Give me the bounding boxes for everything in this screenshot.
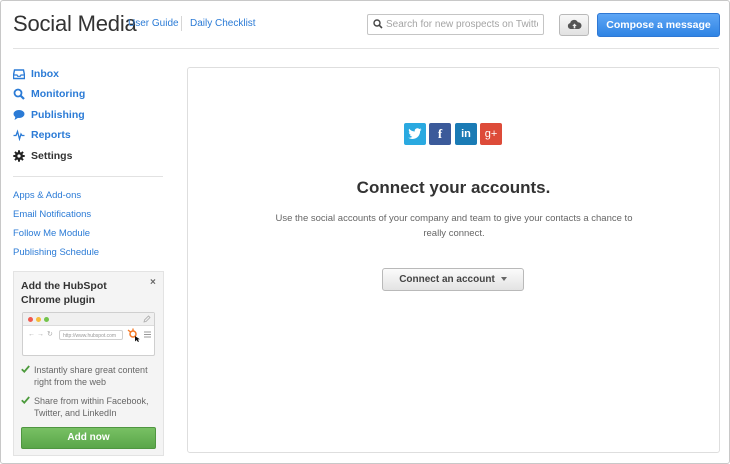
sidebar-link-follow-me-module[interactable]: Follow Me Module <box>13 228 90 239</box>
sidebar-item-label: Settings <box>31 150 73 162</box>
checkmark-icon <box>21 396 30 404</box>
cloud-upload-icon <box>567 19 582 29</box>
window-zoom-dot <box>44 317 49 322</box>
back-arrow-icon: ← <box>28 331 35 338</box>
close-icon[interactable]: × <box>150 277 156 288</box>
app-window: Social Media User Guide Daily Checklist … <box>0 0 730 464</box>
header-divider <box>181 16 182 31</box>
browser-mockup-url: http://www.hubspot.com <box>59 330 123 340</box>
google-plus-icon[interactable]: g+ <box>480 123 502 145</box>
checkmark-icon <box>21 365 30 373</box>
connect-description: Use the social accounts of your company … <box>275 213 633 239</box>
header-divider-line <box>13 48 719 49</box>
twitter-icon[interactable] <box>404 123 426 145</box>
connect-title: Connect your accounts. <box>356 178 551 197</box>
twitter-bird-glyph <box>408 128 422 139</box>
inbox-icon <box>13 69 25 80</box>
browser-mockup-image: ← → ↻ http://www.hubspot.com <box>22 312 155 356</box>
search-box[interactable] <box>367 14 544 35</box>
pencil-icon <box>143 315 151 323</box>
search-input[interactable] <box>386 16 538 33</box>
promo-benefit-text: Instantly share great content right from… <box>34 365 148 387</box>
hubspot-sprocket-icon <box>127 328 140 342</box>
reload-icon: ↻ <box>47 331 53 338</box>
daily-checklist-link[interactable]: Daily Checklist <box>190 18 256 29</box>
search-icon <box>13 88 25 100</box>
sidebar-item-label: Monitoring <box>31 88 86 100</box>
sidebar-link-email-notifications[interactable]: Email Notifications <box>13 209 91 220</box>
sidebar-divider <box>13 176 163 177</box>
sidebar-link-apps-addons[interactable]: Apps & Add-ons <box>13 190 81 201</box>
connect-accounts-panel: f in g+ Connect your accounts. Use the s… <box>187 67 720 453</box>
speech-bubble-icon <box>13 110 25 120</box>
search-icon <box>373 19 383 29</box>
browser-mockup-titlebar <box>23 313 154 326</box>
chevron-down-icon <box>500 277 507 282</box>
connect-account-label: Connect an account <box>399 274 495 285</box>
sidebar-link-publishing-schedule[interactable]: Publishing Schedule <box>13 247 99 258</box>
sidebar-item-label: Publishing <box>31 109 85 121</box>
user-guide-link[interactable]: User Guide <box>128 18 179 29</box>
pulse-icon <box>13 129 25 141</box>
forward-arrow-icon: → <box>37 331 44 338</box>
promo-benefit-text: Share from within Facebook, Twitter, and… <box>34 396 149 418</box>
sidebar-item-label: Reports <box>31 129 71 141</box>
cloud-upload-button[interactable] <box>559 14 589 36</box>
gear-icon <box>13 150 25 162</box>
connect-account-dropdown-button[interactable]: Connect an account <box>382 268 524 291</box>
window-minimize-dot <box>36 317 41 322</box>
add-now-button[interactable]: Add now <box>21 427 156 449</box>
linkedin-icon[interactable]: in <box>455 123 477 145</box>
facebook-icon[interactable]: f <box>429 123 451 145</box>
sidebar-item-label: Inbox <box>31 68 59 80</box>
menu-icon <box>144 331 151 338</box>
chrome-plugin-promo: Add the HubSpot Chrome plugin × ← → ↻ ht… <box>13 271 164 456</box>
promo-title: Add the HubSpot Chrome plugin <box>21 280 107 306</box>
window-close-dot <box>28 317 33 322</box>
page-title: Social Media <box>13 11 137 36</box>
compose-message-button[interactable]: Compose a message <box>597 13 720 37</box>
